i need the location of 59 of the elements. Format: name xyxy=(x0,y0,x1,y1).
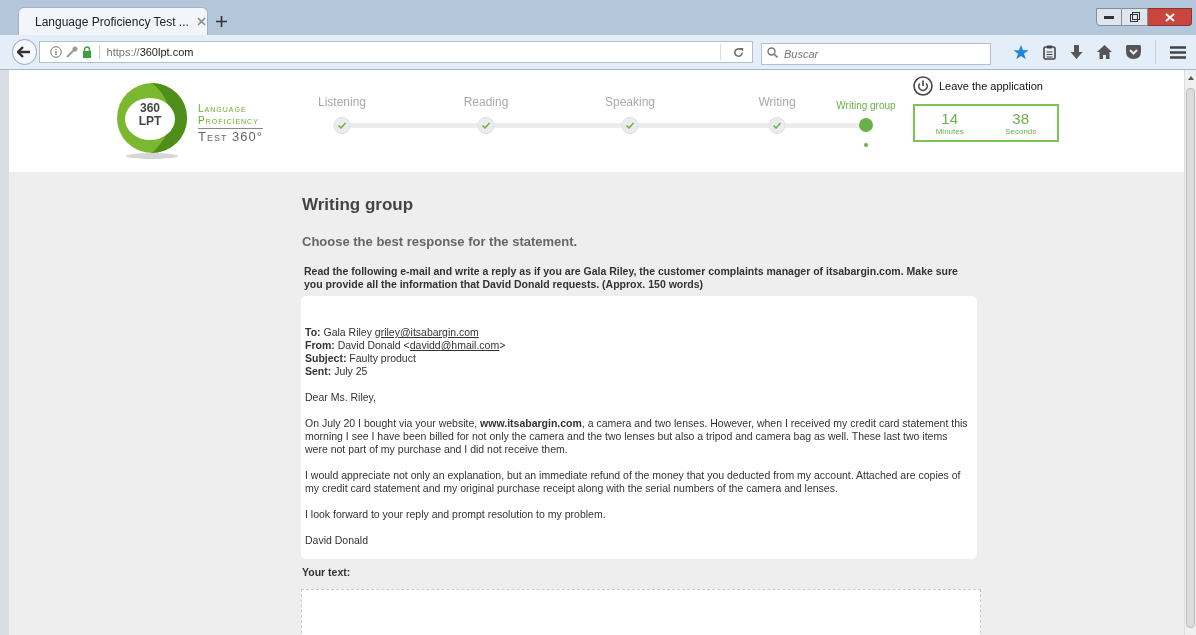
close-button[interactable] xyxy=(1148,8,1192,26)
browser-tab[interactable]: Language Proficiency Test ... xyxy=(18,7,208,35)
step-label: Speaking xyxy=(605,94,655,111)
email-header-line: Subject: Faulty product xyxy=(305,352,416,365)
seconds-value: 38 xyxy=(1012,110,1030,126)
email-paragraph: Dear Ms. Riley, xyxy=(305,391,377,404)
info-icon xyxy=(49,46,62,58)
home-icon[interactable] xyxy=(1097,45,1112,59)
scroll-up-icon[interactable] xyxy=(1186,74,1195,82)
email-paragraph: On July 20 I bought via your website, www.itsabargin.com, a camera and two lenses. However, when I received my credit card statement this morning I see I have been billed for not only the camera and the two lenses but also a tripod and camera bag as well. These last two items were not part of my purchase and I did not receive them. xyxy=(305,417,969,456)
email-header-line: To: Gala Riley griley@itsabargin.com xyxy=(305,326,479,339)
answer-label: Your text: xyxy=(302,565,352,580)
pocket-icon[interactable] xyxy=(1126,45,1141,59)
download-icon[interactable] xyxy=(1070,44,1083,60)
logo-text: Proficiency xyxy=(198,115,263,129)
email-header-line: From: David Donald <davidd@hmail.com> xyxy=(305,339,506,352)
search-field[interactable]: Buscar xyxy=(761,43,991,65)
search-icon xyxy=(767,46,778,58)
close-icon[interactable] xyxy=(196,17,206,26)
url-text: https://360lpt.com xyxy=(106,44,194,60)
step-label: Listening xyxy=(318,94,366,111)
leave-application-link[interactable]: Leave the application xyxy=(913,76,1059,96)
restore-button[interactable] xyxy=(1122,8,1148,26)
logo-text: 360 xyxy=(140,102,160,115)
seconds-label: Seconds xyxy=(1005,127,1037,136)
email-paragraph: I look forward to your reply and prompt resolution to my problem. xyxy=(305,508,607,521)
email-link[interactable]: davidd@hmail.com xyxy=(409,339,500,351)
email-paragraph: I would appreciate not only an explanation, but an immediate refund of the money that you deducted from my account. Attached are copies of my credit card statement and my original purchase receipt along with the serial numbers of the camera and lenses. xyxy=(305,469,962,495)
logo-text: LPT xyxy=(138,115,162,128)
email-link[interactable]: griley@itsabargin.com xyxy=(374,326,479,338)
tab-title: Language Proficiency Test ... xyxy=(35,13,189,31)
answer-field[interactable] xyxy=(301,588,981,635)
key-icon xyxy=(65,46,78,58)
logo-text: Language xyxy=(198,103,248,115)
address-bar[interactable]: https://360lpt.com xyxy=(38,41,753,63)
back-arrow-icon xyxy=(17,46,32,58)
minimize-button[interactable] xyxy=(1096,8,1122,26)
instructions: Read the following e-mail and write a reply as if you are Gala Riley, the customer complaints manager of itsabargin.com. Make sure you provide all the information that David Donald requests. (Approx. 150 words) xyxy=(303,265,959,291)
logo-text: Test 360° xyxy=(198,129,263,145)
page-title: Writing group xyxy=(302,194,415,216)
minutes-value: 14 xyxy=(941,110,959,126)
reload-icon[interactable] xyxy=(733,46,744,58)
power-icon xyxy=(913,76,933,96)
subtitle: Choose the best response for the statement. xyxy=(302,232,579,251)
minutes-label: Minutes xyxy=(935,127,964,136)
lock-icon xyxy=(81,46,92,58)
star-icon[interactable] xyxy=(1013,44,1029,60)
new-tab-icon[interactable] xyxy=(216,16,227,27)
email-header-line: Sent: July 25 xyxy=(305,365,368,378)
email-paragraph: David Donald xyxy=(305,534,370,547)
restore-icon xyxy=(1129,12,1140,22)
step-label: Writing xyxy=(758,94,796,111)
minimize-icon xyxy=(1104,15,1114,19)
clipboard-icon[interactable] xyxy=(1043,44,1056,60)
step-label: Writing group xyxy=(836,99,896,113)
step-label: Reading xyxy=(463,94,509,111)
menu-icon[interactable] xyxy=(1170,45,1186,59)
back-button[interactable] xyxy=(12,39,37,65)
close-icon xyxy=(1164,12,1175,22)
